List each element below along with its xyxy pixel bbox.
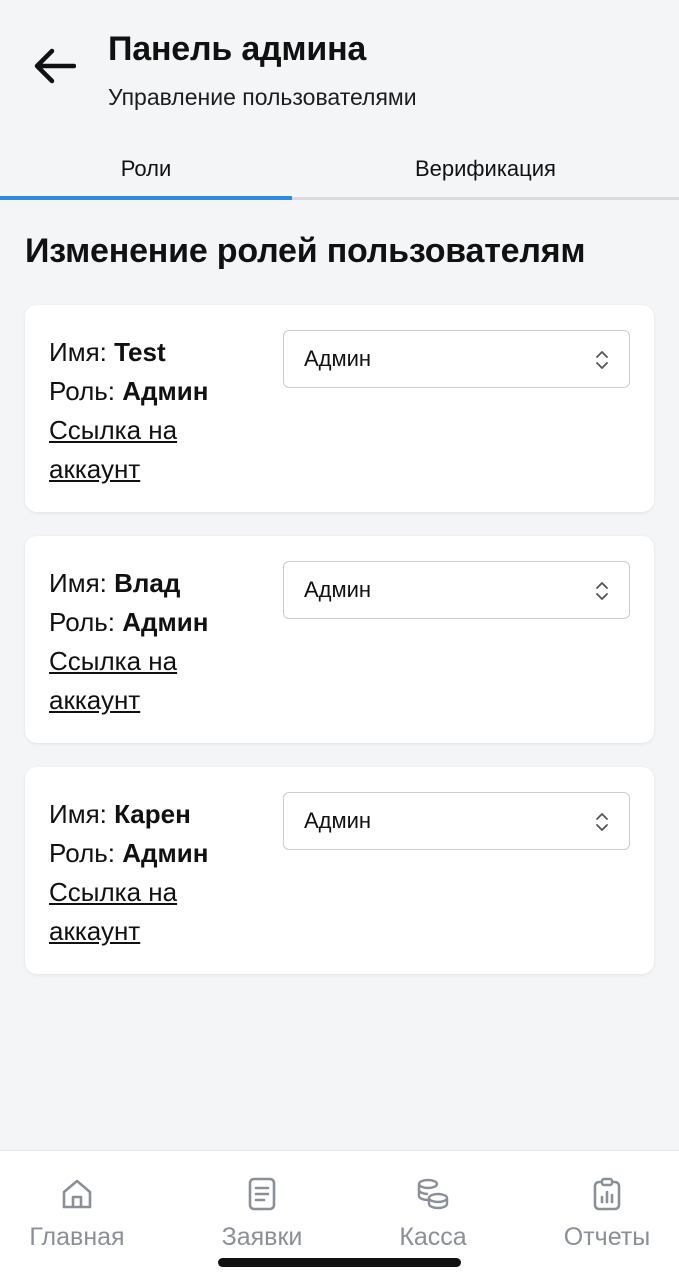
role-select-value: Админ xyxy=(304,577,372,602)
home-icon xyxy=(62,1179,92,1209)
user-info: Имя: Карен Роль: Админ Ссылка на аккаунт xyxy=(49,795,259,951)
user-card: Имя: Влад Роль: Админ Ссылка на аккаунт … xyxy=(25,536,654,743)
nav-label: Главная xyxy=(29,1223,125,1251)
nav-label: Касса xyxy=(399,1223,467,1251)
section-title: Изменение ролей пользователям xyxy=(25,232,586,270)
tab-bar: Роли Верификация xyxy=(0,140,679,200)
home-indicator xyxy=(218,1258,461,1267)
clipboard-icon xyxy=(593,1177,621,1211)
user-card: Имя: Test Роль: Админ Ссылка на аккаунт … xyxy=(25,305,654,512)
name-label: Имя: xyxy=(49,568,107,598)
role-select-value: Админ xyxy=(304,808,372,833)
user-role: Админ xyxy=(122,838,209,868)
user-role: Админ xyxy=(122,607,209,637)
nav-label: Отчеты xyxy=(563,1223,651,1251)
user-name: Карен xyxy=(114,799,191,829)
user-info: Имя: Test Роль: Админ Ссылка на аккаунт xyxy=(49,333,259,489)
admin-panel-page: Панель админа Управление пользователями … xyxy=(0,0,679,1280)
chevron-up-down-icon xyxy=(596,813,608,831)
role-label: Роль: xyxy=(49,607,116,637)
arrow-left-icon xyxy=(34,48,76,84)
header: Панель админа Управление пользователями xyxy=(0,0,679,140)
page-subtitle: Управление пользователями xyxy=(108,84,417,110)
role-select[interactable]: Админ xyxy=(283,330,630,388)
coins-icon xyxy=(417,1178,449,1210)
account-link[interactable]: Ссылка на аккаунт xyxy=(49,642,259,720)
nav-item-cashbox[interactable]: Касса xyxy=(393,1177,473,1252)
account-link[interactable]: Ссылка на аккаунт xyxy=(49,873,259,951)
user-role-row: Роль: Админ xyxy=(49,372,259,411)
user-role-row: Роль: Админ xyxy=(49,834,259,873)
user-name-row: Имя: Карен xyxy=(49,795,259,834)
role-label: Роль: xyxy=(49,838,116,868)
user-list: Имя: Test Роль: Админ Ссылка на аккаунт … xyxy=(25,305,654,998)
role-label: Роль: xyxy=(49,376,116,406)
back-button[interactable] xyxy=(28,40,80,92)
user-info: Имя: Влад Роль: Админ Ссылка на аккаунт xyxy=(49,564,259,720)
account-link[interactable]: Ссылка на аккаунт xyxy=(49,411,259,489)
page-title: Панель админа xyxy=(108,30,367,68)
user-name-row: Имя: Test xyxy=(49,333,259,372)
name-label: Имя: xyxy=(49,799,107,829)
role-select-value: Админ xyxy=(304,346,372,371)
tab-verification[interactable]: Верификация xyxy=(292,140,679,197)
tab-roles[interactable]: Роли xyxy=(0,140,292,200)
user-name: Влад xyxy=(114,568,181,598)
document-icon xyxy=(248,1177,276,1211)
role-select[interactable]: Админ xyxy=(283,792,630,850)
name-label: Имя: xyxy=(49,337,107,367)
chevron-up-down-icon xyxy=(596,582,608,600)
chevron-up-down-icon xyxy=(596,351,608,369)
nav-label: Заявки xyxy=(221,1223,303,1251)
user-name-row: Имя: Влад xyxy=(49,564,259,603)
nav-item-requests[interactable]: Заявки xyxy=(215,1177,309,1252)
user-name: Test xyxy=(114,337,166,367)
user-role-row: Роль: Админ xyxy=(49,603,259,642)
nav-item-home[interactable]: Главная xyxy=(25,1177,129,1252)
user-role: Админ xyxy=(122,376,209,406)
role-select[interactable]: Админ xyxy=(283,561,630,619)
nav-item-reports[interactable]: Отчеты xyxy=(558,1177,656,1252)
user-card: Имя: Карен Роль: Админ Ссылка на аккаунт… xyxy=(25,767,654,974)
